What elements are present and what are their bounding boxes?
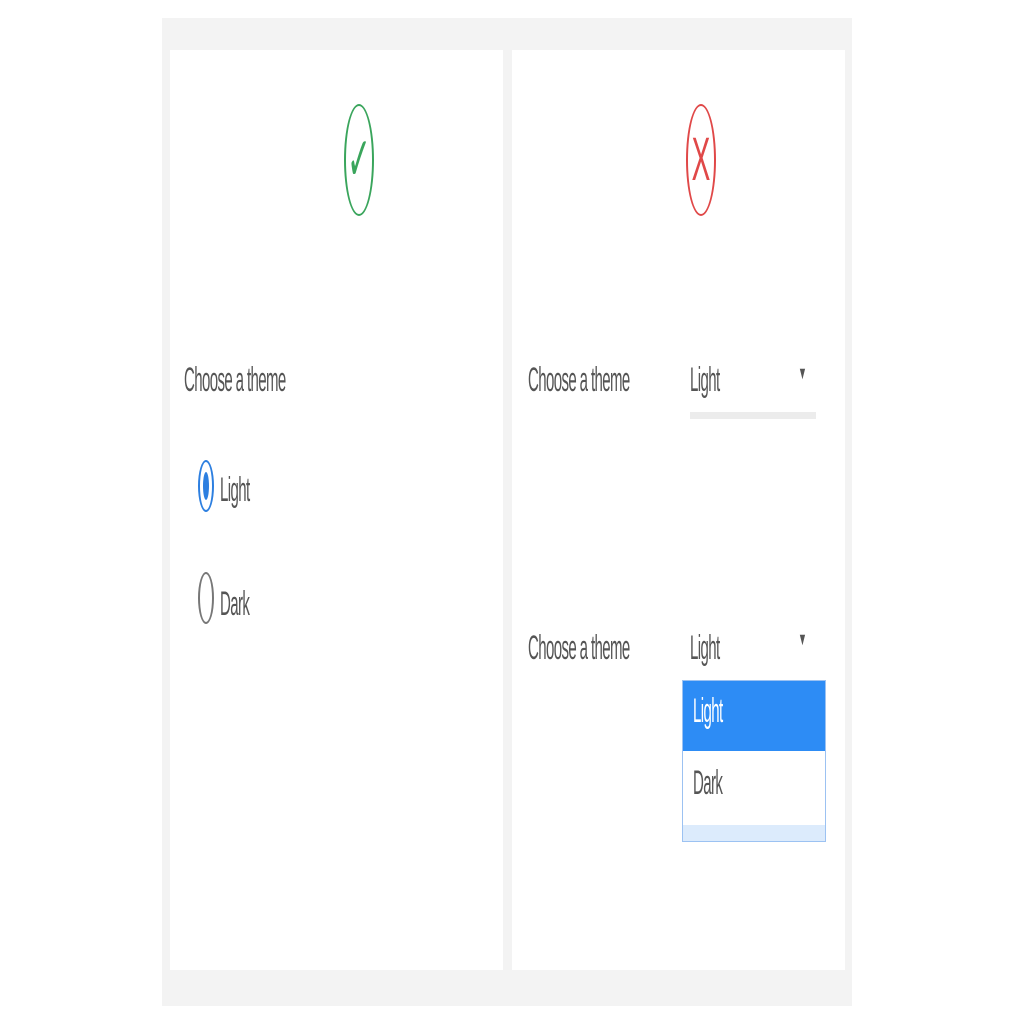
radio-dark[interactable]: [198, 572, 214, 624]
check-glyph: ✓: [347, 124, 371, 193]
dropdown-option-dark[interactable]: Dark: [683, 753, 825, 823]
select-closed-label: Choose a theme: [528, 360, 630, 401]
bad-example-panel: X Choose a theme Light ▼ Choose a theme …: [512, 50, 845, 970]
good-example-panel: ✓ Choose a theme Light Dark: [170, 50, 503, 970]
x-glyph: X: [691, 124, 711, 193]
check-icon: ✓: [344, 104, 374, 216]
radio-group-label: Choose a theme: [184, 360, 286, 401]
dropdown-footer: [683, 825, 825, 841]
x-icon: X: [686, 104, 716, 216]
radio-light[interactable]: [198, 460, 214, 512]
select-closed-underline: [690, 412, 816, 419]
radio-dark-label[interactable]: Dark: [220, 585, 250, 624]
select-open-value[interactable]: Light: [690, 629, 720, 668]
dropdown-option-dark-label: Dark: [693, 763, 723, 804]
dropdown-option-light-label: Light: [693, 691, 723, 732]
select-closed-value[interactable]: Light: [690, 361, 720, 400]
radio-light-label[interactable]: Light: [220, 471, 250, 510]
select-open-dropdown-menu: Light Dark: [682, 680, 826, 842]
chevron-down-icon[interactable]: ▼: [798, 363, 807, 383]
select-open-label: Choose a theme: [528, 628, 630, 669]
dropdown-option-light[interactable]: Light: [683, 681, 825, 751]
chevron-down-icon[interactable]: ▼: [798, 629, 807, 649]
